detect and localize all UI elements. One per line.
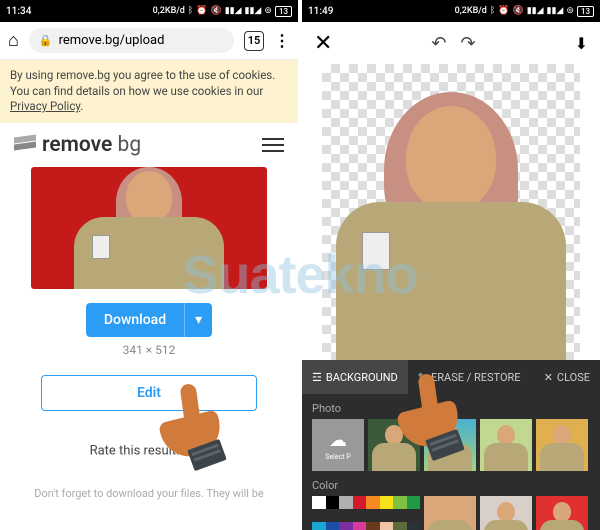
hamburger-menu-icon[interactable] — [262, 134, 284, 156]
alarm-icon: ⏰ — [196, 6, 207, 16]
editor-toolbar: ✕ ↶ ↷ ⬇︎ — [302, 22, 600, 64]
status-bar: 11:49 0,2KB/d ᛒ ⏰ 🔇 ▮▮◢ ▮▮◢ ⊚ 13 — [302, 0, 600, 22]
battery-level: 13 — [577, 6, 594, 17]
right-phone-screen: 11:49 0,2KB/d ᛒ ⏰ 🔇 ▮▮◢ ▮▮◢ ⊚ 13 ✕ ↶ ↷ ⬇… — [302, 0, 600, 530]
bg-photo-thumb[interactable] — [368, 419, 420, 471]
status-bar: 11:34 0,2KB/d ᛒ ⏰ 🔇 ▮▮◢ ▮▮◢ ⊚ 13 — [0, 0, 298, 22]
image-dimensions: 341 × 512 — [30, 343, 268, 357]
color-swatch-grid — [312, 496, 420, 530]
wand-icon: ✎ — [418, 371, 427, 384]
signal-icon: ▮▮◢ — [225, 6, 242, 16]
color-swatch[interactable] — [312, 496, 326, 509]
status-net: 0,2KB/d — [455, 6, 487, 16]
color-swatch[interactable] — [353, 496, 367, 509]
bg-photo-thumb[interactable] — [536, 419, 588, 471]
site-header: remove bg — [0, 123, 298, 167]
color-swatch[interactable] — [380, 496, 394, 509]
cloud-upload-icon: ☁ — [329, 430, 347, 451]
color-swatch[interactable] — [326, 496, 340, 509]
subject-cutout — [336, 80, 566, 360]
layers-icon: ☲ — [312, 371, 322, 384]
privacy-policy-link[interactable]: Privacy Policy — [10, 99, 80, 113]
footer-note: Don't forget to download your files. The… — [0, 487, 298, 500]
status-time: 11:49 — [308, 6, 333, 17]
bg-color-thumb[interactable] — [424, 496, 476, 530]
status-net: 0,2KB/d — [153, 6, 185, 16]
color-swatch[interactable] — [407, 496, 421, 509]
home-icon[interactable]: ⌂ — [8, 30, 19, 51]
lock-icon: 🔒 — [39, 34, 53, 47]
color-swatch[interactable] — [353, 522, 367, 530]
bluetooth-icon: ᛒ — [188, 6, 193, 16]
tab-erase-restore[interactable]: ✎ ERASE / RESTORE — [408, 360, 531, 394]
overflow-menu-icon[interactable]: ⋮ — [274, 31, 290, 50]
color-swatch[interactable] — [407, 522, 421, 530]
result-preview — [31, 167, 267, 289]
color-section-label: Color — [312, 479, 590, 492]
url-text: remove.bg/upload — [59, 33, 165, 48]
color-swatch[interactable] — [366, 522, 380, 530]
download-caret-icon[interactable]: ▾ — [184, 303, 212, 337]
status-time: 11:34 — [6, 6, 31, 17]
download-button[interactable]: Download ▾ — [86, 303, 212, 337]
bg-photo-thumb[interactable] — [424, 419, 476, 471]
wifi-icon: ⊚ — [264, 6, 272, 16]
upload-photo-button[interactable]: ☁ Select P — [312, 419, 364, 471]
signal-icon: ▮▮◢ — [547, 6, 564, 16]
color-swatch[interactable] — [312, 522, 326, 530]
browser-toolbar: ⌂ 🔒 remove.bg/upload 15 ⋮ — [0, 22, 298, 60]
close-icon[interactable]: ✕ — [314, 31, 332, 56]
mute-icon: 🔇 — [512, 6, 523, 16]
stack-icon — [14, 136, 36, 154]
mute-icon: 🔇 — [210, 6, 221, 16]
color-swatch[interactable] — [380, 522, 394, 530]
left-phone-screen: 11:34 0,2KB/d ᛒ ⏰ 🔇 ▮▮◢ ▮▮◢ ⊚ 13 ⌂ 🔒 rem… — [0, 0, 298, 530]
color-swatch[interactable] — [326, 522, 340, 530]
bg-color-thumb[interactable] — [480, 496, 532, 530]
bg-photo-thumb[interactable] — [480, 419, 532, 471]
rate-row: Rate this result: — [0, 441, 298, 461]
editor-canvas[interactable] — [322, 64, 580, 360]
bluetooth-icon: ᛒ — [490, 6, 495, 16]
edit-button[interactable]: Edit — [41, 375, 257, 411]
tab-count-button[interactable]: 15 — [244, 31, 264, 51]
undo-icon[interactable]: ↶ — [431, 33, 446, 54]
download-icon[interactable]: ⬇︎ — [575, 34, 588, 53]
color-swatch[interactable] — [393, 496, 407, 509]
redo-icon[interactable]: ↷ — [461, 33, 476, 54]
color-swatch[interactable] — [339, 522, 353, 530]
bg-color-thumb[interactable] — [536, 496, 588, 530]
tab-close[interactable]: ✕ CLOSE — [534, 360, 600, 394]
color-swatch[interactable] — [339, 496, 353, 509]
rate-smile-icon[interactable] — [188, 441, 208, 461]
background-panel: ☲ BACKGROUND ✎ ERASE / RESTORE ✕ CLOSE P… — [302, 360, 600, 530]
url-bar[interactable]: 🔒 remove.bg/upload — [29, 28, 234, 53]
wifi-icon: ⊚ — [566, 6, 574, 16]
close-small-icon: ✕ — [544, 371, 553, 384]
removebg-logo[interactable]: remove bg — [14, 133, 141, 157]
signal-icon: ▮▮◢ — [245, 6, 262, 16]
color-swatch[interactable] — [393, 522, 407, 530]
photo-section-label: Photo — [312, 402, 590, 415]
color-swatch[interactable] — [366, 496, 380, 509]
alarm-icon: ⏰ — [498, 6, 509, 16]
battery-level: 13 — [275, 6, 292, 17]
tab-background[interactable]: ☲ BACKGROUND — [302, 360, 408, 394]
signal-icon: ▮▮◢ — [527, 6, 544, 16]
cookie-banner: By using remove.bg you agree to the use … — [0, 60, 298, 123]
